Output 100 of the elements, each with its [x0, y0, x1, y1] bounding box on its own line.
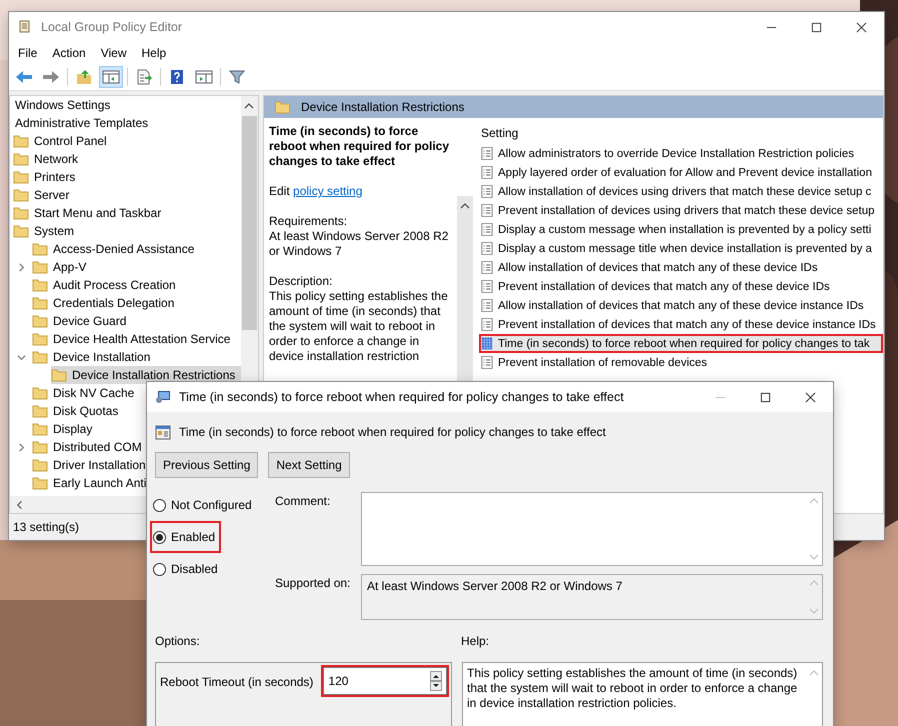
radio-option[interactable]: Not Configured: [150, 493, 258, 517]
maximize-icon[interactable]: [760, 392, 771, 402]
help-text: This policy setting establishes the amount of time (in seconds) that the system will wait to reboot in order to enforce a change in device installation restriction policies.: [466, 665, 798, 712]
tree-item[interactable]: System: [13, 222, 80, 240]
folder-icon: [32, 296, 48, 310]
setting-row[interactable]: Prevent installation of devices that match any of these device IDs: [479, 277, 883, 296]
policy-icon: [481, 241, 493, 256]
nav-button[interactable]: Next Setting: [268, 452, 350, 478]
policy-icon: [481, 298, 493, 313]
folder-icon: [274, 100, 291, 114]
timeout-label: Reboot Timeout (in seconds): [160, 674, 314, 689]
policy-icon: [481, 336, 493, 351]
folder-icon: [13, 206, 29, 220]
setting-row[interactable]: Apply layered order of evaluation for Allow and Prevent device installation: [479, 163, 883, 182]
chevron-icon[interactable]: [17, 262, 26, 272]
policy-icon: [481, 203, 493, 218]
close-icon[interactable]: [856, 22, 867, 32]
folder-icon: [32, 260, 48, 274]
setting-row[interactable]: Time (in seconds) to force reboot when required for policy changes to tak: [479, 334, 883, 353]
computer-icon: [155, 389, 171, 405]
tree-item[interactable]: Access-Denied Assistance: [32, 240, 200, 258]
window-title: Local Group Policy Editor: [41, 20, 182, 34]
policy-icon: [481, 184, 493, 199]
policy-heading: Time (in seconds) to force reboot when required for policy changes to take effect: [179, 425, 606, 439]
policy-icon: [481, 222, 493, 237]
policy-icon: [481, 260, 493, 275]
folder-icon: [32, 386, 48, 400]
tree-item[interactable]: Disk Quotas: [32, 402, 124, 420]
policy-setting-link[interactable]: policy setting: [293, 184, 362, 198]
comment-label: Comment:: [275, 493, 332, 510]
tree-item[interactable]: Start Menu and Taskbar: [13, 204, 168, 222]
status-text: 13 setting(s): [13, 520, 80, 534]
description-text: This policy setting establishes the amount of time (in seconds) that the system will wait to reboot in order to enforce a change in device installation restriction: [269, 289, 449, 364]
close-icon[interactable]: [805, 392, 816, 402]
folder-icon: [32, 458, 48, 472]
setting-row[interactable]: Prevent installation of removable devices: [479, 353, 883, 372]
dialog-title: Time (in seconds) to force reboot when required for policy changes to take effect: [179, 390, 624, 404]
tree-item[interactable]: Distributed COM: [32, 438, 148, 456]
folder-icon: [32, 278, 48, 292]
menu-item[interactable]: Action: [52, 46, 86, 60]
maximize-icon[interactable]: [811, 22, 822, 32]
menu-item[interactable]: File: [18, 46, 38, 60]
folder-icon: [13, 134, 29, 148]
tree-item[interactable]: App-V: [32, 258, 92, 276]
tree-item[interactable]: Administrative Templates: [13, 114, 154, 132]
setting-row[interactable]: Allow installation of devices that match any of these device IDs: [479, 258, 883, 277]
spin-arrows-icon[interactable]: [430, 671, 442, 691]
pane-title: Device Installation Restrictions: [301, 100, 464, 114]
tree-item[interactable]: Early Launch Anti: [32, 474, 152, 492]
options-label: Options:: [155, 634, 201, 650]
tree-item[interactable]: Device Guard: [32, 312, 132, 330]
tree-item[interactable]: Driver Installation: [32, 456, 152, 474]
folder-icon: [32, 350, 48, 364]
tree-item[interactable]: Device Installation Restrictions: [51, 366, 241, 384]
radio-option[interactable]: Enabled: [150, 521, 222, 553]
column-header[interactable]: Setting: [479, 118, 883, 144]
chevron-icon[interactable]: [17, 442, 26, 452]
tree-item[interactable]: Credentials Delegation: [32, 294, 180, 312]
supported-text: At least Windows Server 2008 R2 or Windows 7: [367, 579, 622, 593]
tree-item[interactable]: Network: [13, 150, 84, 168]
description-label: Description:: [269, 274, 334, 289]
tree-item[interactable]: Control Panel: [13, 132, 113, 150]
folder-icon: [32, 332, 48, 346]
policy-icon: [481, 165, 493, 180]
policy-icon: [481, 146, 493, 161]
folder-icon: [13, 188, 29, 202]
folder-icon: [13, 152, 29, 166]
number-input[interactable]: 120: [326, 674, 430, 688]
policy-icon: [481, 279, 493, 294]
tree-item[interactable]: Server: [13, 186, 76, 204]
setting-row[interactable]: Prevent installation of devices that match any of these device instance IDs: [479, 315, 883, 334]
policy-title: Time (in seconds) to force reboot when required for policy changes to take effect: [269, 124, 450, 169]
pane-icon[interactable]: [100, 67, 122, 87]
tree-item[interactable]: Disk NV Cache: [32, 384, 140, 402]
policy-icon: [481, 317, 493, 332]
menu-item[interactable]: Help: [142, 46, 166, 60]
setting-row[interactable]: Prevent installation of devices using drivers that match these device setup: [479, 201, 883, 220]
policy-settings-icon: [155, 424, 171, 440]
tree-item[interactable]: Device Health Attestation Service: [32, 330, 236, 348]
requirements-text: At least Windows Server 2008 R2 or Windows 7: [269, 229, 450, 259]
nav-button[interactable]: Previous Setting: [155, 452, 258, 478]
folder-icon: [13, 224, 29, 238]
folder-icon: [32, 422, 48, 436]
tree-item[interactable]: Display: [32, 420, 98, 438]
spin-field[interactable]: 120: [323, 667, 448, 695]
tree-item[interactable]: Windows Settings: [13, 96, 116, 114]
radio-option[interactable]: Disabled: [150, 557, 224, 581]
chevron-icon[interactable]: [17, 352, 26, 362]
tree-item[interactable]: Device Installation: [32, 348, 156, 366]
setting-row[interactable]: Allow installation of devices that match any of these device instance IDs: [479, 296, 883, 315]
tree-item[interactable]: Audit Process Creation: [32, 276, 182, 294]
tree-item[interactable]: Printers: [13, 168, 82, 186]
setting-row[interactable]: Allow administrators to override Device Installation Restriction policies: [479, 144, 883, 163]
folder-icon: [13, 170, 29, 184]
setting-row[interactable]: Display a custom message when installation is prevented by a policy setti: [479, 220, 883, 239]
setting-row[interactable]: Display a custom message title when device installation is prevented by a: [479, 239, 883, 258]
setting-row[interactable]: Allow installation of devices using drivers that match these device setup c: [479, 182, 883, 201]
folder-icon: [51, 368, 67, 382]
menu-item[interactable]: View: [100, 46, 126, 60]
policy-icon: [481, 355, 493, 370]
